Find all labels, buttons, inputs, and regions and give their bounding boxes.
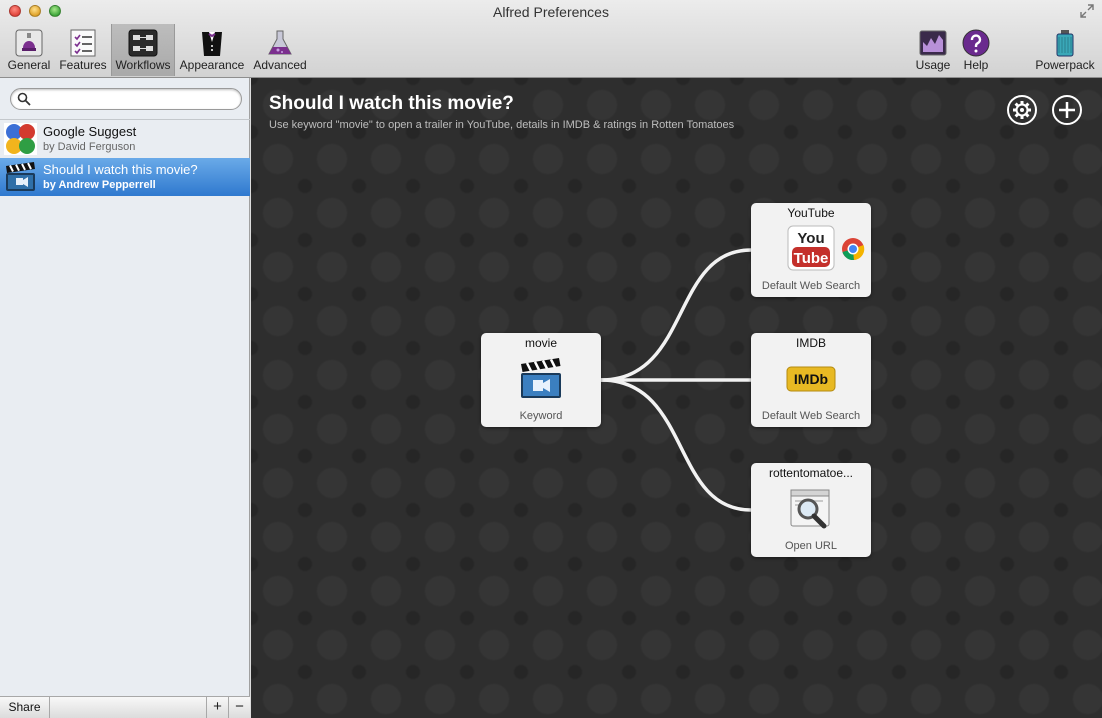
google-suggest-icon: [4, 123, 37, 155]
svg-text:IMDb: IMDb: [794, 371, 828, 387]
powerpack-icon: [1056, 30, 1074, 57]
node-type: Open URL: [785, 540, 837, 552]
toolbar-help[interactable]: Help: [955, 24, 997, 76]
help-icon: [962, 29, 990, 57]
toolbar-workflows[interactable]: Workflows: [111, 24, 175, 76]
window-title: Alfred Preferences: [493, 4, 609, 20]
workflow-sidebar: Google Suggest by David Ferguson Should …: [0, 78, 250, 718]
workflow-name: Should I watch this movie?: [43, 162, 198, 177]
toolbar-usage-label: Usage: [915, 58, 951, 72]
window-titlebar: Alfred Preferences General Features Work…: [0, 0, 1102, 78]
toolbar-advanced[interactable]: Advanced: [250, 24, 310, 76]
share-button[interactable]: Share: [0, 697, 50, 718]
web-search-node-youtube[interactable]: YouTube You Tube Default Web Search: [751, 203, 871, 297]
toolbar-powerpack[interactable]: Powerpack: [1034, 24, 1096, 76]
workflow-list-item-google-suggest[interactable]: Google Suggest by David Ferguson: [0, 120, 250, 158]
workflow-author: by David Ferguson: [43, 141, 136, 153]
node-title: movie: [524, 336, 557, 350]
add-workflow-button[interactable]: +: [206, 697, 228, 718]
general-icon: [15, 29, 43, 57]
sidebar-footer: Share + −: [0, 696, 250, 718]
toolbar-powerpack-label: Powerpack: [1035, 58, 1095, 72]
workflow-canvas[interactable]: Should I watch this movie? Use keyword "…: [251, 78, 1102, 718]
search-box[interactable]: [10, 88, 242, 110]
toolbar-general-label: General: [7, 58, 51, 72]
features-icon: [70, 29, 96, 57]
node-title: rottentomatoe...: [768, 466, 854, 480]
toolbar-features[interactable]: Features: [57, 24, 109, 76]
clapperboard-icon: [521, 358, 561, 398]
imdb-icon: IMDb: [786, 366, 836, 392]
svg-text:Tube: Tube: [794, 250, 829, 267]
search-input[interactable]: [37, 91, 237, 107]
toolbar-features-label: Features: [59, 58, 107, 72]
toolbar-workflows-label: Workflows: [115, 58, 171, 72]
node-title: IMDB: [796, 336, 826, 350]
node-type: Default Web Search: [761, 280, 861, 292]
svg-text:You: You: [797, 230, 824, 247]
workflow-connections: [600, 248, 752, 512]
workflow-name: Google Suggest: [43, 124, 137, 139]
workflow-author: by Andrew Pepperrell: [43, 179, 156, 191]
youtube-icon: You Tube: [787, 225, 835, 271]
search-icon: [17, 92, 31, 106]
toolbar-appearance-label: Appearance: [179, 58, 245, 72]
open-url-node-rottentomatoes[interactable]: rottentomatoe... Open URL: [751, 463, 871, 557]
toolbar-appearance[interactable]: Appearance: [178, 24, 246, 76]
workflow-list-item-should-i-watch[interactable]: Should I watch this movie? by Andrew Pep…: [0, 158, 250, 196]
node-type: Default Web Search: [761, 410, 861, 422]
remove-workflow-button[interactable]: −: [228, 697, 250, 718]
fullscreen-icon[interactable]: [1080, 4, 1094, 18]
workflows-icon: [128, 29, 158, 57]
node-type: Keyword: [519, 410, 563, 422]
advanced-icon: [268, 30, 292, 55]
toolbar-general[interactable]: General: [4, 24, 54, 76]
chrome-icon: [842, 238, 865, 261]
toolbar-usage[interactable]: Usage: [912, 24, 954, 76]
magnifier-icon: [790, 489, 830, 529]
toolbar-advanced-label: Advanced: [253, 58, 307, 72]
keyword-node-movie[interactable]: movie Keyword: [481, 333, 601, 427]
toolbar-help-label: Help: [963, 58, 989, 72]
web-search-node-imdb[interactable]: IMDB IMDb Default Web Search: [751, 333, 871, 427]
appearance-icon: [202, 32, 222, 56]
clapperboard-icon: [6, 162, 35, 191]
node-title: YouTube: [787, 206, 835, 220]
usage-icon: [919, 30, 947, 56]
